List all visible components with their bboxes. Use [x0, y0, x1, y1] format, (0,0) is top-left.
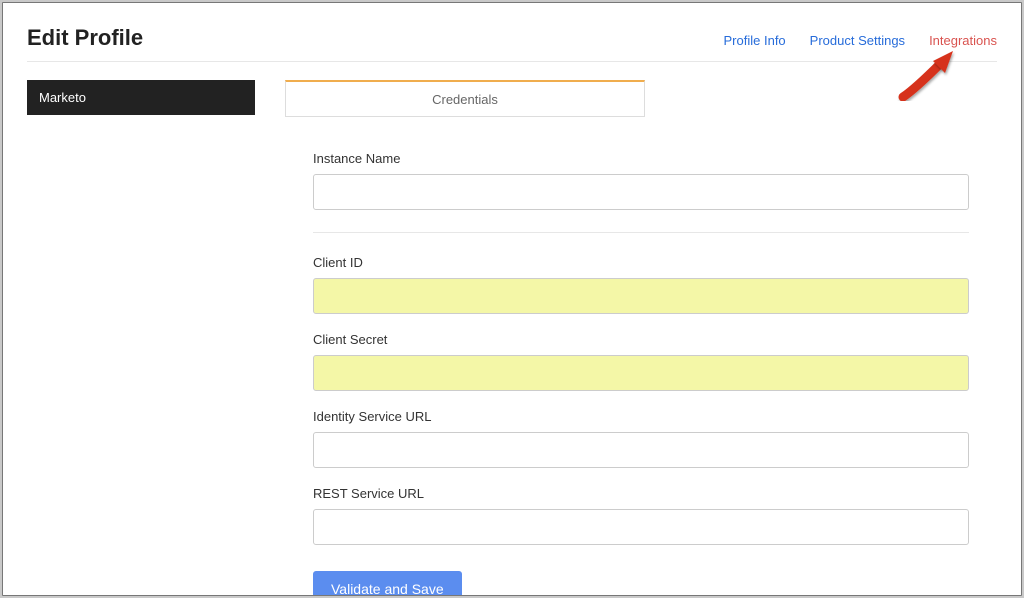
tab-product-settings[interactable]: Product Settings: [810, 33, 905, 48]
subtabs: Credentials: [285, 80, 997, 117]
subtab-credentials[interactable]: Credentials: [285, 80, 645, 117]
field-instance-name: Instance Name: [313, 151, 969, 233]
main-panel: Credentials Instance Name Client ID Clie…: [285, 80, 997, 596]
validate-save-button[interactable]: Validate and Save: [313, 571, 462, 596]
instance-name-input[interactable]: [313, 174, 969, 210]
instance-name-label: Instance Name: [313, 151, 969, 166]
field-client-secret: Client Secret: [313, 332, 969, 391]
page-title: Edit Profile: [27, 25, 143, 51]
page-header: Edit Profile Profile Info Product Settin…: [27, 17, 997, 62]
sidebar-item-marketo[interactable]: Marketo: [27, 80, 255, 115]
client-id-input[interactable]: [313, 278, 969, 314]
client-secret-label: Client Secret: [313, 332, 969, 347]
sidebar: Marketo: [27, 80, 255, 596]
rest-url-input[interactable]: [313, 509, 969, 545]
field-identity-url: Identity Service URL: [313, 409, 969, 468]
credentials-form: Instance Name Client ID Client Secret Id…: [285, 117, 997, 596]
header-tabs: Profile Info Product Settings Integratio…: [724, 33, 997, 48]
tab-integrations[interactable]: Integrations: [929, 33, 997, 48]
identity-url-input[interactable]: [313, 432, 969, 468]
field-rest-url: REST Service URL: [313, 486, 969, 545]
tab-profile-info[interactable]: Profile Info: [724, 33, 786, 48]
client-secret-input[interactable]: [313, 355, 969, 391]
field-client-id: Client ID: [313, 255, 969, 314]
page-body: Marketo Credentials Instance Name Client…: [27, 80, 997, 596]
window-frame: Edit Profile Profile Info Product Settin…: [2, 2, 1022, 596]
identity-url-label: Identity Service URL: [313, 409, 969, 424]
rest-url-label: REST Service URL: [313, 486, 969, 501]
client-id-label: Client ID: [313, 255, 969, 270]
